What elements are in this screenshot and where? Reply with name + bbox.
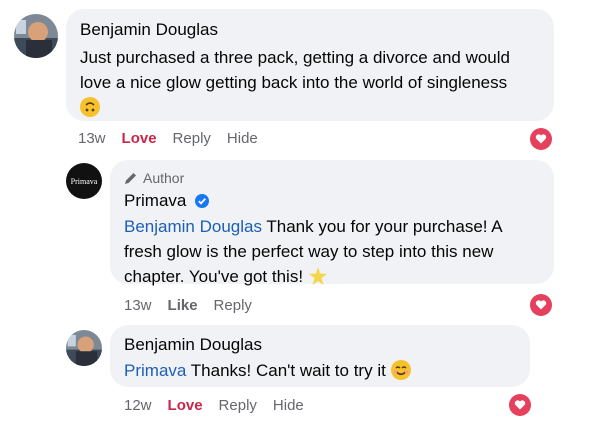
comment-text: Just purchased a three pack, getting a d…	[80, 45, 540, 95]
reply-bubble: Author Primava Benjamin Douglas Thank yo…	[110, 160, 554, 286]
love-reaction-button[interactable]: Love	[168, 397, 203, 414]
verified-badge-icon	[195, 194, 210, 208]
love-reaction-button[interactable]: Love	[122, 130, 157, 147]
comment-actions: 13w Love Reply Hide	[78, 130, 274, 147]
avatar-benjamin-douglas[interactable]	[66, 330, 102, 366]
hide-button[interactable]: Hide	[227, 130, 258, 147]
reply-button[interactable]: Reply	[214, 297, 252, 314]
glowing-star-icon	[308, 266, 328, 286]
comment-timestamp[interactable]: 13w	[78, 130, 106, 147]
avatar-benjamin-douglas[interactable]	[14, 14, 58, 58]
heart-reaction-icon[interactable]	[530, 128, 552, 150]
author-badge-label: Author	[143, 170, 185, 186]
reply-button[interactable]: Reply	[219, 397, 257, 414]
comment-author-name[interactable]: Benjamin Douglas	[80, 19, 540, 41]
reply-timestamp[interactable]: 13w	[124, 297, 152, 314]
reply-author-name[interactable]: Benjamin Douglas	[124, 334, 516, 356]
comment-body: Just purchased a three pack, getting a d…	[80, 48, 510, 92]
upside-down-face-icon	[80, 97, 540, 118]
avatar-primava[interactable]: Primava	[66, 163, 102, 199]
reply-bubble: Benjamin Douglas Primava Thanks! Can't w…	[110, 325, 530, 387]
reply-actions: 13w Like Reply	[124, 297, 268, 314]
author-badge: Author	[124, 168, 540, 188]
reply-author-name[interactable]: Primava	[124, 191, 186, 210]
pencil-icon	[125, 172, 136, 184]
smiling-face-icon	[390, 360, 411, 380]
reply-author: Primava	[124, 190, 540, 212]
mention-link[interactable]: Primava	[124, 361, 186, 380]
primava-logo: Primava	[70, 176, 98, 186]
reply-actions: 12w Love Reply Hide	[124, 397, 320, 414]
reply-text: Benjamin Douglas Thank you for your purc…	[124, 214, 524, 289]
hide-button[interactable]: Hide	[273, 397, 304, 414]
heart-reaction-icon[interactable]	[509, 394, 531, 416]
reply-body: Thanks! Can't wait to try it	[190, 361, 386, 380]
reply-timestamp[interactable]: 12w	[124, 397, 152, 414]
mention-link[interactable]: Benjamin Douglas	[124, 217, 262, 236]
reply-text: Primava Thanks! Can't wait to try it	[124, 358, 516, 383]
like-button[interactable]: Like	[168, 297, 198, 314]
reply-button[interactable]: Reply	[173, 130, 211, 147]
heart-reaction-icon[interactable]	[530, 294, 552, 316]
comment-bubble: Benjamin Douglas Just purchased a three …	[66, 9, 554, 121]
